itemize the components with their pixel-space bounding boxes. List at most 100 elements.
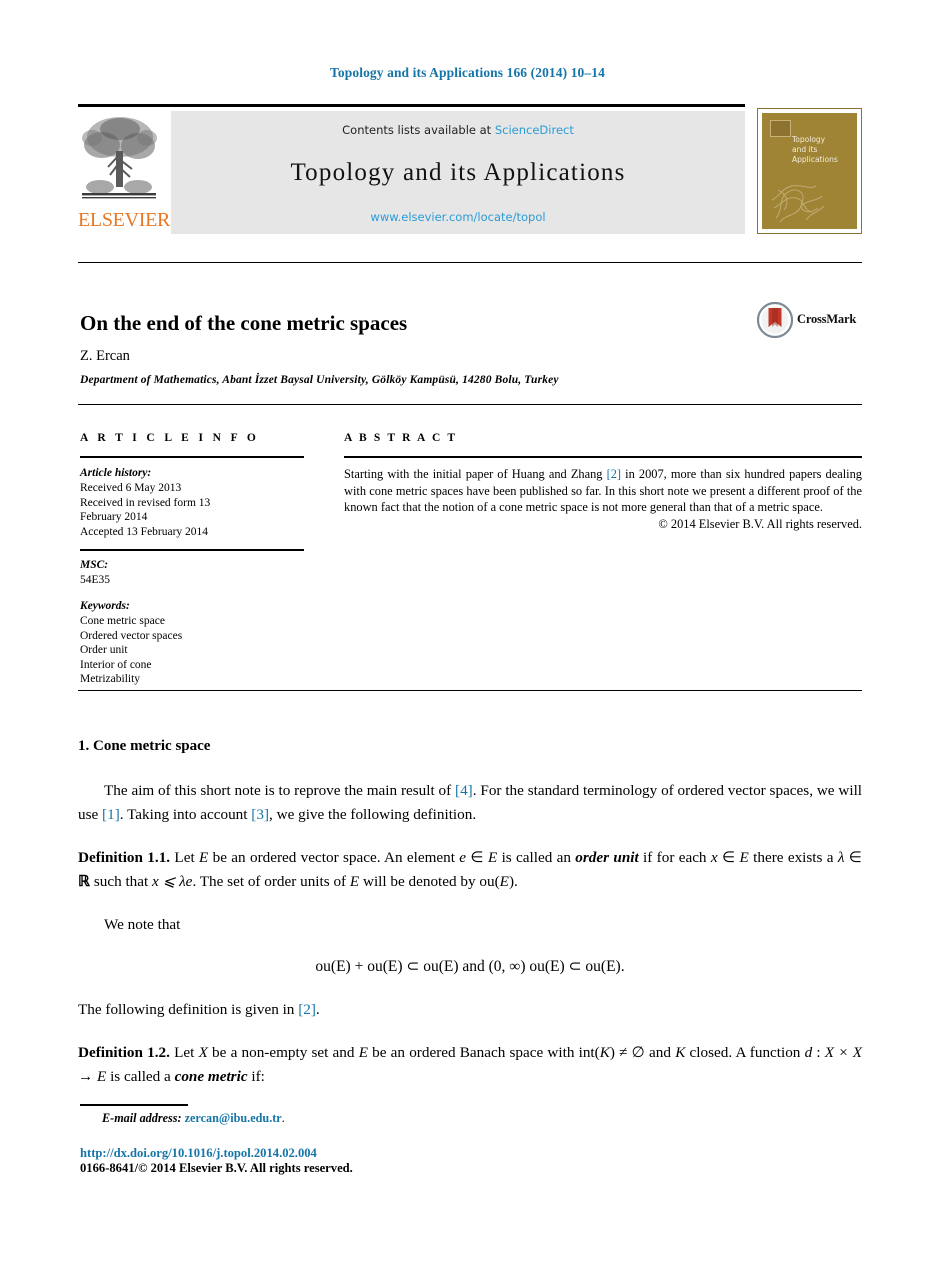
def12-var-K1: K — [599, 1044, 610, 1061]
msc-value: 54E35 — [80, 574, 111, 587]
article-history-line: February 2014 — [80, 511, 148, 524]
article-info-rule-2 — [80, 549, 304, 552]
footnote-rule — [80, 1104, 188, 1106]
def11-inequality: x ⩽ λe — [152, 872, 193, 890]
def11-j: such that — [90, 872, 153, 890]
def11-i: ∈ — [844, 849, 862, 866]
keyword-item: Cone metric space — [80, 614, 165, 627]
def11-var-x: x — [710, 849, 718, 866]
def12-e: closed. A function — [685, 1044, 805, 1061]
journal-cover-thumbnail[interactable]: Topology and its Applications — [757, 108, 862, 234]
body-paragraph-1: The aim of this short note is to reprove… — [78, 779, 862, 826]
citation-2[interactable]: [2] — [298, 1001, 316, 1018]
citation-3[interactable]: [3] — [251, 806, 269, 823]
title-section-top-rule — [78, 262, 862, 263]
def12-c: be an ordered Banach space with int( — [367, 1044, 600, 1061]
elsevier-wordmark: ELSEVIER — [78, 209, 171, 231]
para1-text-a: The aim of this short note is to reprove… — [104, 782, 456, 799]
abstract-copyright: © 2014 Elsevier B.V. All rights reserved… — [658, 516, 862, 531]
journal-banner: Contents lists available at ScienceDirec… — [171, 111, 745, 234]
def11-var-E5: E — [499, 872, 509, 890]
def11-m: ). — [508, 872, 518, 890]
journal-article-page: Topology and its Applications 166 (2014)… — [0, 0, 935, 1266]
definition-1-2-label: Definition 1.2. — [78, 1044, 170, 1061]
def11-b: be an ordered vector space. An element — [208, 849, 460, 866]
def12-a: Let — [169, 1044, 199, 1061]
def11-l: will be denoted by ou( — [359, 872, 500, 890]
def11-f: if for each — [638, 849, 711, 866]
cover-title-line2: and its — [792, 145, 818, 154]
display-equation-1: ou(E) + ou(E) ⊂ ou(E) and (0, ∞) ou(E) ⊂… — [315, 957, 625, 975]
article-info-heading: A R T I C L E I N F O — [80, 432, 260, 444]
email-suffix: . — [281, 1111, 285, 1125]
definition-1-1: Definition 1.1. Let E be an ordered vect… — [78, 846, 862, 893]
crossmark-icon — [756, 301, 794, 339]
def11-d: is called an — [497, 849, 576, 866]
def11-a: Let — [170, 849, 200, 866]
email-label: E-mail address: — [102, 1111, 182, 1125]
article-history-line: Received in revised form 13 — [80, 496, 211, 509]
following-a: The following definition is given in — [78, 1000, 299, 1018]
def12-g: is called a — [106, 1067, 175, 1085]
cover-artwork-icon — [771, 178, 827, 223]
def12-f: : — [812, 1044, 825, 1061]
affiliation-bottom-rule — [78, 404, 862, 405]
abstract-text-part1: Starting with the initial paper of Huang… — [344, 467, 607, 481]
cover-elsevier-icon — [770, 120, 791, 137]
cover-inner: Topology and its Applications — [762, 113, 857, 229]
def11-k: . The set of order units of — [192, 872, 350, 890]
def12-h: if: — [247, 1067, 265, 1085]
def11-var-E1: E — [199, 849, 209, 866]
keywords-label: Keywords: — [80, 599, 130, 612]
email-footnote: E-mail address: zercan@ibu.edu.tr. — [102, 1111, 285, 1126]
citation-1[interactable]: [1] — [102, 806, 120, 823]
article-history-line: Accepted 13 February 2014 — [80, 525, 209, 538]
doi-link[interactable]: http://dx.doi.org/10.1016/j.topol.2014.0… — [80, 1146, 317, 1161]
definition-1-2: Definition 1.2. Let X be a non-empty set… — [78, 1041, 862, 1088]
def11-var-E2: E — [487, 849, 498, 866]
abstract-heading: A B S T R A C T — [344, 432, 458, 444]
def11-var-E3: E — [739, 849, 749, 866]
def12-d: ) ≠ ∅ and — [609, 1044, 676, 1061]
def11-term-order-unit: order unit — [575, 849, 639, 866]
author-affiliation: Department of Mathematics, Abant İzzet B… — [80, 374, 559, 386]
def11-g: ∈ — [717, 849, 740, 866]
author-name: Z. Ercan — [80, 348, 130, 364]
article-history-line: Received 6 May 2013 — [80, 482, 182, 494]
abstract-citation-2[interactable]: [2] — [607, 467, 621, 481]
article-info-column: A R T I C L E I N F O Article history: R… — [80, 432, 304, 687]
def11-var-E4: E — [349, 872, 360, 890]
def12-var-X1: X — [198, 1044, 208, 1061]
def12-term-cone-metric: cone metric — [174, 1067, 248, 1085]
cover-title-line3: Applications — [792, 155, 838, 164]
elsevier-logo: ELSEVIER — [78, 111, 171, 234]
sciencedirect-link[interactable]: ScienceDirect — [495, 123, 574, 137]
keyword-item: Ordered vector spaces — [80, 629, 183, 642]
following-definition-paragraph: The following definition is given in [2]… — [78, 998, 862, 1022]
article-body: 1. Cone metric space The aim of this sho… — [78, 738, 862, 1108]
para1-text-c: . Taking into account — [119, 805, 252, 823]
abstract-text: Starting with the initial paper of Huang… — [344, 466, 862, 516]
running-head: Topology and its Applications 166 (2014)… — [330, 65, 605, 80]
journal-url-link[interactable]: www.elsevier.com/locate/topol — [171, 210, 745, 224]
def12-b: be a non-empty set and — [207, 1044, 359, 1061]
cover-title-text: Topology and its Applications — [792, 135, 854, 165]
page-title: On the end of the cone metric spaces — [80, 311, 408, 336]
elsevier-tree-icon — [80, 111, 158, 207]
def12-var-E1: E — [358, 1044, 368, 1061]
issn-copyright-line: 0166-8641/© 2014 Elsevier B.V. All right… — [80, 1161, 353, 1175]
keyword-item: Interior of cone — [80, 658, 152, 671]
following-b: . — [315, 1000, 320, 1018]
article-history-label: Article history: — [80, 467, 152, 479]
section-heading-1: 1. Cone metric space — [78, 738, 211, 754]
citation-4[interactable]: [4] — [455, 782, 473, 799]
crossmark-badge-group[interactable]: CrossMark — [756, 300, 865, 342]
contents-prefix: Contents lists available at — [342, 123, 495, 137]
email-address-link[interactable]: zercan@ibu.edu.tr — [185, 1111, 282, 1125]
keyword-item: Order unit — [80, 644, 128, 657]
abstract-column: A B S T R A C T Starting with the initia… — [344, 432, 862, 532]
abstract-rule — [344, 456, 862, 458]
journal-title: Topology and its Applications — [290, 159, 626, 186]
contents-list-line: Contents lists available at ScienceDirec… — [171, 123, 745, 137]
